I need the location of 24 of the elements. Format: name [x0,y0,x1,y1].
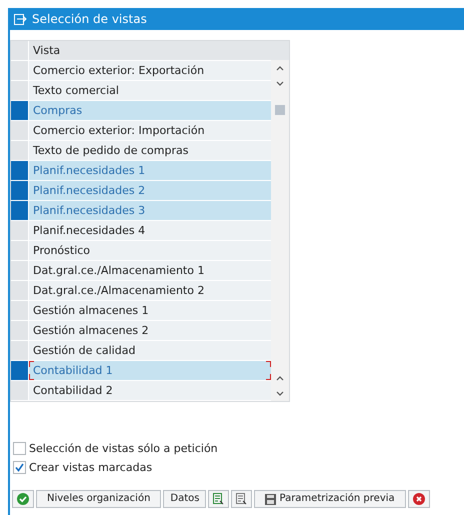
table-cell[interactable]: Gestión almacenes 2 [29,321,271,340]
table-cell[interactable]: Dat.gral.ce./Almacenamiento 2 [29,281,271,300]
table-cell[interactable]: Gestión de calidad [29,341,271,360]
option-label: Crear vistas marcadas [29,461,152,474]
org-levels-button[interactable]: Niveles organización [36,490,162,508]
table-cell[interactable]: Gestión almacenes 1 [29,301,271,320]
table-cell[interactable]: Contabilidad 1 [29,361,271,380]
data-button[interactable]: Datos [163,490,206,508]
table-cell[interactable]: Dat.gral.ce./Almacenamiento 1 [29,261,271,280]
table-cell[interactable]: Compras [29,101,271,120]
option-label: Selección de vistas sólo a petición [29,442,218,455]
table-cell[interactable]: Comercio exterior: Importación [29,121,271,140]
save-button[interactable]: Parametrización previa [254,490,406,508]
table-cell[interactable]: Contabilidad 2 [29,381,271,400]
table-cell[interactable]: Planif.necesidades 4 [29,221,271,240]
table-cell[interactable]: Planif.necesidades 1 [29,161,271,180]
window-title: Selección de vistas [32,12,147,26]
table-cell[interactable]: Planif.necesidades 2 [29,181,271,200]
table-cell[interactable]: Pronóstico [29,241,271,260]
table-cell[interactable]: Planif.necesidades 3 [29,201,271,220]
table-cell[interactable]: Texto de pedido de compras [29,141,271,160]
table-cell[interactable]: Comercio exterior: Exportación [29,61,271,80]
table-cell[interactable]: Texto comercial [29,81,271,100]
column-header: Vista [29,41,271,60]
